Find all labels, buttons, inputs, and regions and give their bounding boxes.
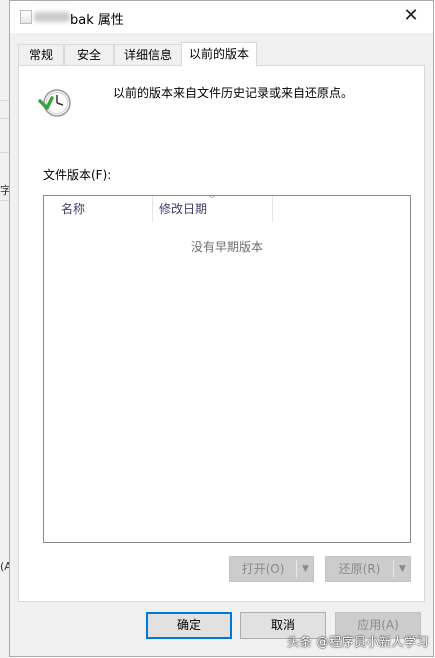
history-clock-icon bbox=[38, 89, 71, 117]
ok-button[interactable]: 确定 bbox=[146, 612, 232, 639]
watermark: 头条 @程序员小新人学习 bbox=[287, 635, 429, 649]
restore-button[interactable]: 还原(R) bbox=[326, 557, 393, 581]
tab-details[interactable]: 详细信息 bbox=[114, 44, 182, 66]
description-text: 以前的版本来自文件历史记录或来自还原点。 bbox=[113, 86, 354, 100]
tab-security[interactable]: 安全 bbox=[64, 44, 114, 66]
close-icon[interactable]: ✕ bbox=[389, 1, 433, 33]
column-header-name[interactable]: 名称 bbox=[44, 196, 153, 222]
sort-caret-icon: ﹀ bbox=[208, 195, 216, 204]
redacted-filename bbox=[34, 12, 70, 22]
file-icon bbox=[20, 10, 32, 24]
title-bar: bak 属性 ✕ bbox=[10, 1, 433, 33]
restore-split-button[interactable]: 还原(R) ▼ bbox=[325, 556, 411, 582]
file-versions-label: 文件版本(F): bbox=[43, 168, 112, 182]
tab-previous-versions[interactable]: 以前的版本 bbox=[181, 42, 257, 67]
previous-versions-panel: 以前的版本来自文件历史记录或来自还原点。 文件版本(F): 名称 修改日期 ﹀ … bbox=[18, 65, 425, 602]
empty-list-message: 没有早期版本 bbox=[190, 240, 263, 254]
tab-general[interactable]: 常规 bbox=[18, 44, 64, 66]
open-split-button[interactable]: 打开(O) ▼ bbox=[229, 556, 314, 582]
window-title: bak 属性 bbox=[70, 13, 124, 28]
file-versions-list[interactable]: 名称 修改日期 ﹀ 没有早期版本 bbox=[43, 195, 411, 543]
open-button[interactable]: 打开(O) bbox=[230, 557, 296, 581]
chevron-down-icon[interactable]: ▼ bbox=[394, 557, 411, 581]
properties-dialog: bak 属性 ✕ 常规 安全 详细信息 以前的版本 以前的版本来自文件历史记录或… bbox=[9, 0, 434, 657]
chevron-down-icon[interactable]: ▼ bbox=[297, 557, 314, 581]
